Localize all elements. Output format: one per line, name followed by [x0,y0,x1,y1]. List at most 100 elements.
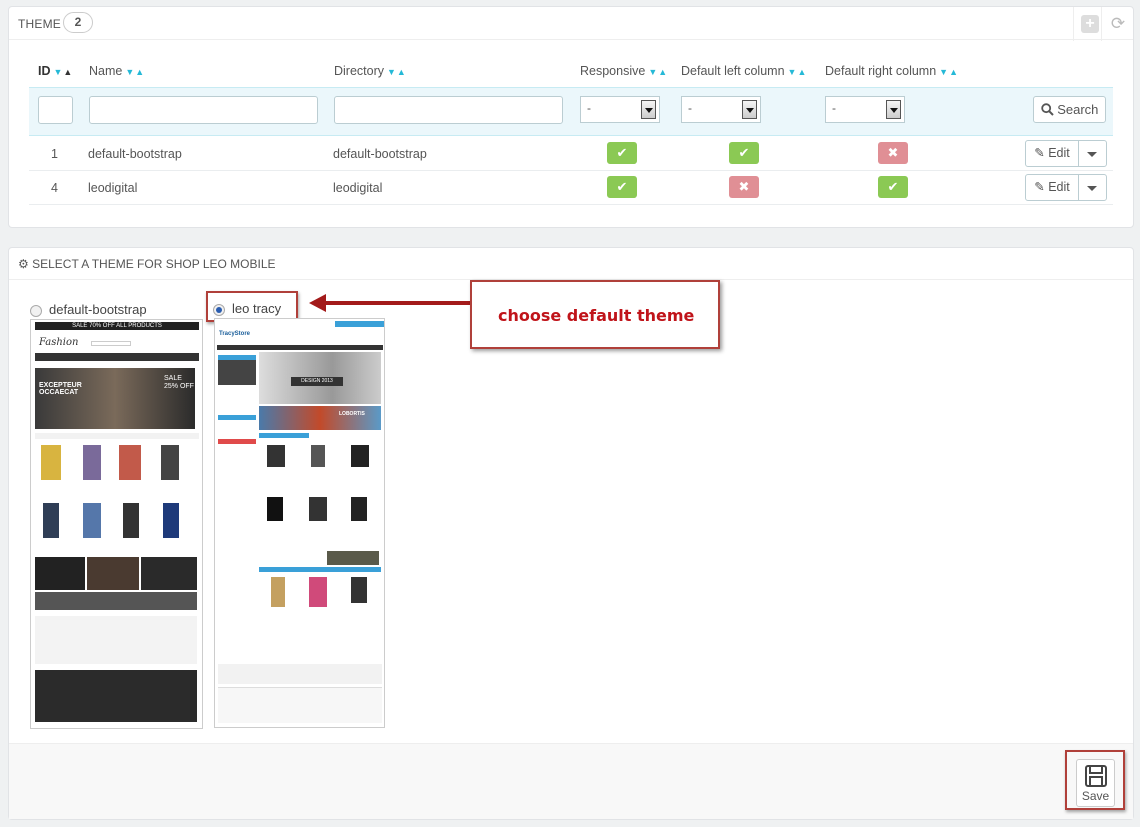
column-label: Responsive [580,64,646,78]
cross-icon[interactable]: ✖ [878,142,908,164]
preview-promo-text: LOBORTIS [339,411,365,417]
edit-button[interactable]: ✎ Edit [1026,141,1079,166]
preview-search [91,341,131,346]
preview-product [311,445,325,467]
filter-name-input[interactable] [89,96,318,124]
column-header-id[interactable]: ID ▼▲ [38,64,73,78]
theme-preview-default-bootstrap[interactable]: SALE 70% OFF ALL PRODUCTS Fashion EXCEPT… [30,319,203,729]
preview-sidebar [218,360,256,385]
theme-radio-leo-tracy[interactable] [213,304,225,316]
preview-tabs [35,433,199,439]
preview-product [267,497,283,521]
table-row[interactable]: 1 default-bootstrap default-bootstrap ✔ … [29,137,1113,171]
save-icon [1084,765,1107,787]
preview-hero-text: DESIGN 2013 [291,377,343,386]
check-icon[interactable]: ✔ [729,142,759,164]
cell-directory: leodigital [333,181,383,195]
column-header-left-column[interactable]: Default left column ▼▲ [681,64,807,78]
preview-product [351,577,367,603]
dropdown-arrow-icon [886,100,901,119]
annotation-arrow [325,301,475,305]
theme-panel: Theme 2 + ⟳ ID ▼▲ Name ▼▲ Directory ▼▲ Resp… [8,6,1134,228]
save-button[interactable]: Save [1076,759,1115,807]
preview-footer [218,687,382,723]
preview-product [83,503,101,538]
preview-nav [217,345,383,350]
sort-icon[interactable]: ▼▲ [387,67,407,77]
preview-sidebar-head [218,415,256,420]
table-row[interactable]: 4 leodigital leodigital ✔ ✖ ✔ ✎ Edit [29,171,1113,205]
preview-promo [35,592,197,610]
preview-promo [35,557,85,590]
theme-option-label[interactable]: default-bootstrap [49,302,147,317]
filter-row: - - - Search [29,87,1113,136]
column-header-responsive[interactable]: Responsive ▼▲ [580,64,668,78]
dropdown-arrow-icon [641,100,656,119]
edit-label: Edit [1048,146,1070,160]
count-badge: 2 [63,12,93,33]
column-header-directory[interactable]: Directory ▼▲ [334,64,407,78]
chevron-down-icon[interactable] [1087,152,1097,157]
preview-product [43,503,59,538]
panel-footer: Save [9,743,1133,819]
sort-icon[interactable]: ▼▲ [939,67,959,77]
check-icon[interactable]: ✔ [607,176,637,198]
sort-icon[interactable]: ▼▲ [788,67,808,77]
filter-right-column-select[interactable]: - [825,96,905,123]
preview-hero-text: EXCEPTEUR OCCAECAT [39,382,82,396]
preview-product [83,445,101,480]
cell-id: 4 [51,181,58,195]
preview-product [123,503,139,538]
panel-title-text: Select a theme for shop Leo Mobile [32,257,276,271]
check-icon[interactable]: ✔ [607,142,637,164]
preview-logo: Fashion [39,337,79,348]
search-button[interactable]: Search [1033,96,1106,123]
gears-icon: ⚙ [18,257,29,271]
preview-product [119,445,141,480]
preview-footer [35,670,197,722]
theme-preview-leo-tracy[interactable]: TracyStore DESIGN 2013 LOBORTIS [214,318,385,728]
check-icon[interactable]: ✔ [878,176,908,198]
theme-option-label[interactable]: leo tracy [232,301,281,316]
preview-info [218,664,382,684]
search-icon [1040,103,1054,116]
panel-title: Theme [18,17,61,31]
panel-title: ⚙ Select a theme for shop Leo Mobile [18,257,276,271]
column-header-name[interactable]: Name ▼▲ [89,64,145,78]
cross-icon[interactable]: ✖ [729,176,759,198]
filter-responsive-select[interactable]: - [580,96,660,123]
add-new-icon[interactable]: + [1073,7,1099,41]
theme-radio-default-bootstrap[interactable] [30,305,42,317]
column-label: Default right column [825,64,937,78]
refresh-icon[interactable]: ⟳ [1101,7,1127,41]
column-header-right-column[interactable]: Default right column ▼▲ [825,64,959,78]
preview-section-head [259,567,381,572]
preview-product [161,445,179,480]
select-theme-panel: ⚙ Select a theme for shop Leo Mobile def… [8,247,1134,820]
preview-product [309,497,327,521]
preview-product [351,445,369,467]
sort-icon[interactable]: ▼▲ [125,67,145,77]
filter-id-input[interactable] [38,96,73,124]
annotation-callout: choose default theme [470,280,720,349]
select-value: - [688,101,692,115]
sort-icon[interactable]: ▼▲ [54,67,74,77]
filter-left-column-select[interactable]: - [681,96,761,123]
edit-button-group: ✎ Edit [1025,174,1107,201]
column-label: Default left column [681,64,785,78]
search-label: Search [1057,102,1099,117]
panel-header: Theme 2 + ⟳ [9,7,1133,41]
edit-button[interactable]: ✎ Edit [1026,175,1079,200]
filter-directory-input[interactable] [334,96,563,124]
preview-logo: TracyStore [219,331,251,337]
column-label: Name [89,64,123,78]
chevron-down-icon[interactable] [1087,186,1097,191]
sort-icon[interactable]: ▼▲ [648,67,668,77]
preview-product [41,445,61,480]
cell-directory: default-bootstrap [333,147,427,161]
preview-banner: SALE 70% OFF ALL PRODUCTS [35,322,199,330]
preview-product [309,577,327,607]
preview-product [267,445,285,467]
edit-label: Edit [1048,180,1070,194]
column-label: ID [38,64,51,78]
